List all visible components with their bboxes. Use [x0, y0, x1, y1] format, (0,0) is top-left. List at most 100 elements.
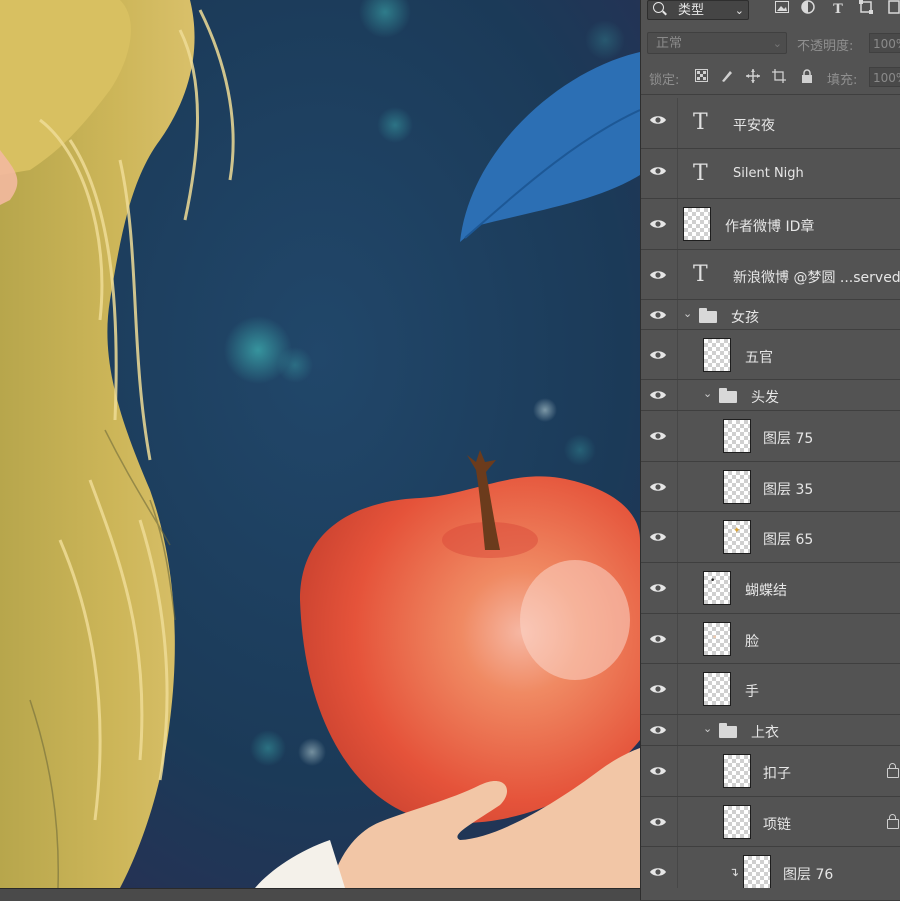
layer-row[interactable]: • 脸	[641, 614, 900, 664]
lock-pixels-icon[interactable]	[693, 69, 709, 85]
filter-kind-select[interactable]: 类型 ⌄	[647, 0, 749, 20]
chevron-down-icon[interactable]: ⌄	[703, 387, 712, 400]
layer-thumbnail: ✦	[723, 520, 751, 554]
fill-input[interactable]: 100%	[869, 67, 900, 87]
text-layer-icon: T	[693, 161, 708, 186]
lock-position-icon[interactable]	[745, 69, 761, 85]
canvas-status-bar	[0, 888, 640, 901]
visibility-eye-icon[interactable]	[649, 633, 671, 653]
opacity-label: 不透明度:	[797, 39, 854, 54]
lock-artboard-icon[interactable]	[771, 69, 787, 85]
layer-row[interactable]: 作者微博 ID章	[641, 199, 900, 250]
layer-thumbnail	[743, 855, 771, 888]
layers-panel: 类型 ⌄ T 正常 ⌄ 不透明度: 100% 锁定:	[640, 0, 900, 900]
chevron-down-icon: ⌄	[772, 37, 782, 50]
lock-all-icon[interactable]	[799, 69, 815, 85]
layer-thumbnail	[703, 338, 731, 372]
document-canvas[interactable]	[0, 0, 640, 888]
adjustment-icon[interactable]	[799, 0, 817, 20]
filter-kind-label: 类型	[678, 3, 705, 18]
image-icon[interactable]	[773, 0, 791, 20]
layer-row[interactable]: T 新浪微博 @梦圆 ...served	[641, 250, 900, 300]
layer-row[interactable]: 图层 35	[641, 462, 900, 512]
visibility-eye-icon[interactable]	[649, 481, 671, 501]
visibility-eye-icon[interactable]	[649, 389, 671, 409]
visibility-eye-icon[interactable]	[649, 165, 671, 185]
layer-row[interactable]: 手	[641, 664, 900, 715]
chevron-down-icon[interactable]: ⌄	[703, 722, 712, 735]
layer-name: 图层 65	[763, 532, 814, 548]
layer-name: Silent Nigh	[733, 166, 804, 181]
layer-name: 手	[745, 684, 759, 700]
fill-label: 填充:	[827, 73, 858, 88]
layer-name: 五官	[745, 350, 773, 366]
layer-row[interactable]: T Silent Nigh	[641, 149, 900, 199]
layer-name: 蝴蝶结	[745, 583, 787, 599]
layer-name: 新浪微博 @梦圆 ...served	[733, 270, 900, 286]
visibility-eye-icon[interactable]	[649, 430, 671, 450]
text-layer-icon: T	[693, 110, 708, 135]
visibility-eye-icon[interactable]	[649, 218, 671, 238]
blend-row: 正常 ⌄ 不透明度: 100%	[641, 28, 900, 62]
layer-thumbnail	[723, 754, 751, 788]
layer-thumbnail	[703, 672, 731, 706]
layer-name: 平安夜	[733, 118, 775, 134]
layer-row[interactable]: 图层 75	[641, 411, 900, 462]
folder-icon	[699, 308, 717, 323]
lock-paint-icon[interactable]	[719, 69, 735, 85]
shape-icon[interactable]	[857, 0, 875, 20]
layer-list: T 平安夜 T Silent Nigh 作者微博 ID章 T 新浪微博 @梦圆 …	[641, 98, 900, 888]
layer-thumbnail: •	[703, 622, 731, 656]
layer-row[interactable]: ✦ 图层 65	[641, 512, 900, 563]
visibility-eye-icon[interactable]	[649, 269, 671, 289]
visibility-eye-icon[interactable]	[649, 724, 671, 744]
layer-name: 女孩	[731, 310, 759, 326]
layer-name: 作者微博 ID章	[725, 219, 815, 235]
layer-name: 图层 75	[763, 431, 814, 447]
illustration	[0, 0, 640, 888]
lock-label: 锁定:	[649, 73, 680, 88]
visibility-eye-icon[interactable]	[649, 349, 671, 369]
layer-filter-bar: 类型 ⌄ T	[641, 0, 900, 26]
visibility-eye-icon[interactable]	[649, 765, 671, 785]
layer-row[interactable]: ↴ 图层 76	[641, 847, 900, 888]
visibility-eye-icon[interactable]	[649, 816, 671, 836]
text-layer-icon: T	[693, 262, 708, 287]
chevron-down-icon: ⌄	[734, 4, 744, 17]
layer-group-row[interactable]: ⌄ 头发	[641, 380, 900, 411]
type-icon[interactable]: T	[829, 0, 847, 20]
layer-group-row[interactable]: ⌄ 上衣	[641, 715, 900, 746]
layer-name: 脸	[745, 634, 759, 650]
search-icon	[653, 2, 664, 13]
layer-name: 图层 76	[783, 867, 834, 883]
layer-name: 图层 35	[763, 482, 814, 498]
layer-row[interactable]: 五官	[641, 330, 900, 380]
visibility-eye-icon[interactable]	[649, 683, 671, 703]
folder-icon	[719, 388, 737, 403]
layer-row[interactable]: 扣子	[641, 746, 900, 797]
visibility-eye-icon[interactable]	[649, 114, 671, 134]
visibility-eye-icon[interactable]	[649, 531, 671, 551]
layer-name: 头发	[751, 390, 779, 406]
layer-thumbnail	[723, 470, 751, 504]
blend-mode-value: 正常	[656, 36, 683, 51]
visibility-eye-icon[interactable]	[649, 582, 671, 602]
lock-icon	[887, 763, 899, 778]
chevron-down-icon[interactable]: ⌄	[683, 307, 692, 320]
layer-row[interactable]: 项链	[641, 797, 900, 847]
folder-icon	[719, 723, 737, 738]
layer-thumbnail	[723, 805, 751, 839]
layer-group-row[interactable]: ⌄ 女孩	[641, 300, 900, 330]
opacity-input[interactable]: 100%	[869, 33, 900, 53]
layer-thumbnail	[683, 207, 711, 241]
smart-object-icon[interactable]	[885, 0, 900, 20]
layer-row[interactable]: T 平安夜	[641, 98, 900, 149]
layer-thumbnail	[723, 419, 751, 453]
visibility-eye-icon[interactable]	[649, 866, 671, 886]
layer-row[interactable]: • 蝴蝶结	[641, 563, 900, 614]
layer-name: 扣子	[763, 766, 791, 782]
lock-icon	[887, 814, 899, 829]
visibility-eye-icon[interactable]	[649, 309, 671, 329]
lock-row: 锁定: 填充: 100%	[641, 62, 900, 95]
blend-mode-select[interactable]: 正常 ⌄	[647, 32, 787, 54]
